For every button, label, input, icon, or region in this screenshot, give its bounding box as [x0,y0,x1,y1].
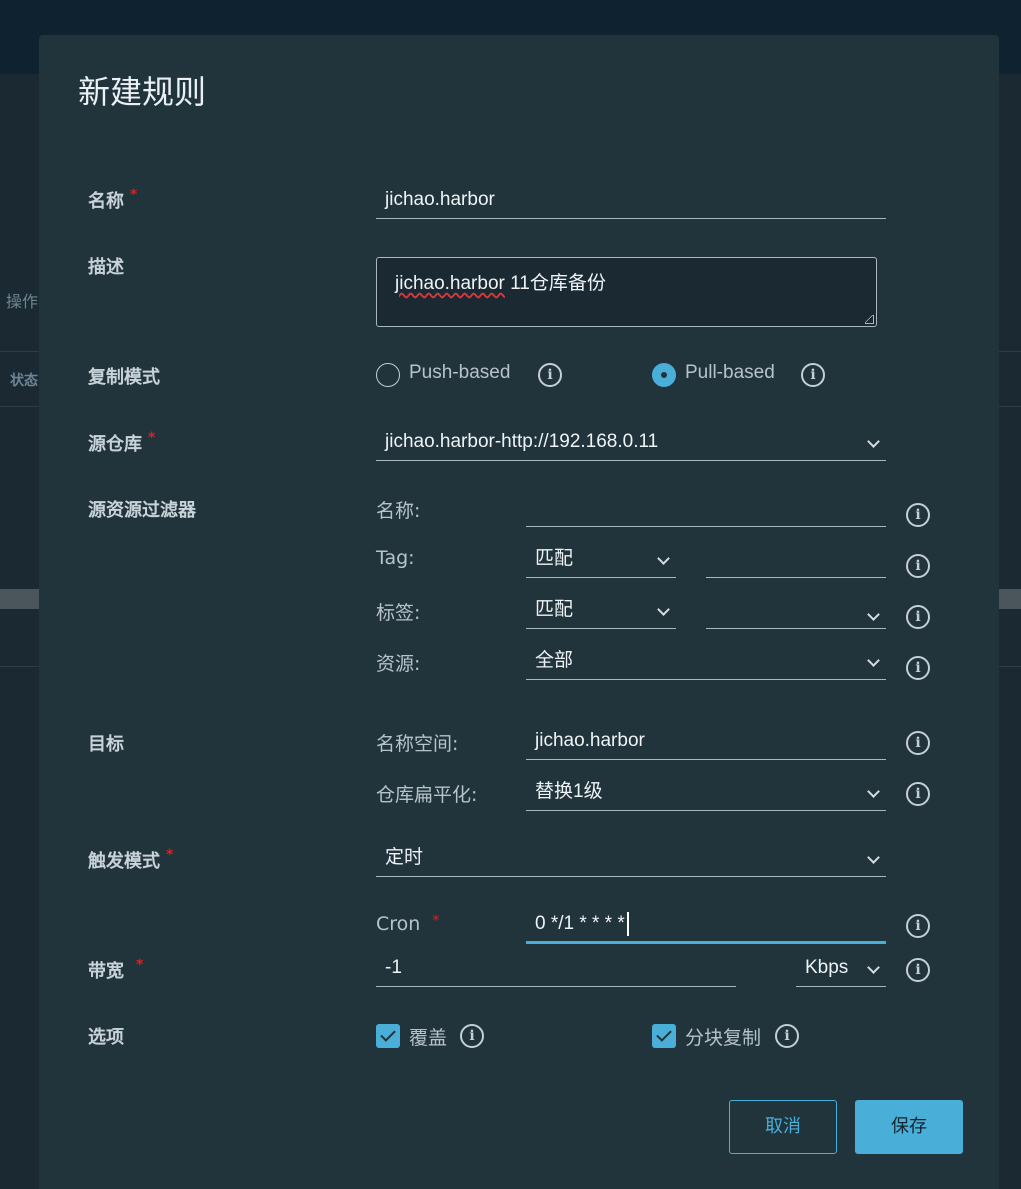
bandwidth-unit-select[interactable]: Kbps [796,951,886,987]
filter-label-info-icon[interactable]: i [906,605,930,629]
chevron-down-icon [657,603,670,616]
label-match-select[interactable]: 匹配 [526,593,676,629]
flatten-info-icon[interactable]: i [906,782,930,806]
dialog-title: 新建规则 [78,73,207,111]
push-based-radio[interactable] [376,363,400,387]
cron-info-icon[interactable]: i [906,914,930,938]
description-textarea[interactable]: jichao.harbor 11仓库备份 [376,257,877,327]
flatten-select[interactable]: 替换1级 [526,775,886,811]
name-label: 名称 * [88,187,138,212]
tag-match-value: 匹配 [535,548,574,569]
tag-pattern-input[interactable] [706,542,886,578]
text-cursor [626,911,629,936]
filter-resource-label: 资源: [376,653,421,675]
filter-tag-info-icon[interactable]: i [906,554,930,578]
background-status-header: 状态 [10,373,38,389]
namespace-input[interactable]: jichao.harbor [526,724,886,760]
source-registry-select[interactable]: jichao.harbor-http://192.168.0.11 [376,425,886,461]
override-label[interactable]: 覆盖 [409,1023,447,1050]
source-filter-label: 源资源过滤器 [88,500,196,521]
override-checkbox[interactable] [376,1024,400,1048]
filter-label-label: 标签: [376,602,421,624]
filter-name-info-icon[interactable]: i [906,503,930,527]
destination-label: 目标 [88,734,124,755]
bandwidth-unit-value: Kbps [805,957,849,978]
filter-tag-label: Tag: [376,547,415,569]
options-label: 选项 [88,1027,124,1048]
cron-input[interactable]: 0 */1 * * * * [526,907,886,944]
pull-based-label[interactable]: Pull-based [685,362,775,384]
chevron-down-icon [867,785,880,798]
background-operations-label: 操作 [6,292,39,311]
resize-grip-icon[interactable] [865,315,874,324]
cancel-button[interactable]: 取消 [729,1100,837,1154]
label-value-select[interactable] [706,593,886,629]
replication-mode-label: 复制模式 [88,367,160,388]
chevron-down-icon [867,608,880,621]
bandwidth-label: 带宽 * [88,957,144,982]
override-info-icon[interactable]: i [460,1024,484,1048]
trigger-mode-label: 触发模式 * [88,847,174,872]
chevron-down-icon [867,435,880,448]
push-based-label[interactable]: Push-based [409,362,510,384]
chevron-down-icon [867,851,880,864]
filter-name-label: 名称: [376,500,421,522]
namespace-label: 名称空间: [376,733,459,755]
chunk-copy-checkbox[interactable] [652,1024,676,1048]
label-match-value: 匹配 [535,599,574,620]
resource-select[interactable]: 全部 [526,644,886,680]
flatten-value: 替换1级 [535,781,603,802]
filter-name-input[interactable] [526,491,886,527]
name-input[interactable]: jichao.harbor [376,183,886,219]
tag-match-select[interactable]: 匹配 [526,542,676,578]
new-rule-dialog: 新建规则 名称 * jichao.harbor 描述 jichao.harbor … [39,35,999,1189]
chunk-copy-info-icon[interactable]: i [775,1024,799,1048]
description-spellcheck-word: jichao.harbor [395,273,505,294]
flatten-label: 仓库扁平化: [376,784,478,806]
description-label: 描述 [88,257,124,278]
cron-label: Cron * [376,913,440,935]
trigger-mode-select[interactable]: 定时 [376,841,886,877]
source-registry-label: 源仓库 * [88,430,156,455]
bandwidth-info-icon[interactable]: i [906,958,930,982]
filter-resource-info-icon[interactable]: i [906,656,930,680]
pull-based-info-icon[interactable]: i [801,363,825,387]
chevron-down-icon [867,961,880,974]
source-registry-value: jichao.harbor-http://192.168.0.11 [385,431,659,452]
save-button[interactable]: 保存 [855,1100,963,1154]
trigger-mode-value: 定时 [385,847,424,868]
description-text: 11仓库备份 [504,273,606,294]
resource-value: 全部 [535,650,574,671]
pull-based-radio[interactable] [652,363,676,387]
namespace-info-icon[interactable]: i [906,731,930,755]
push-based-info-icon[interactable]: i [538,363,562,387]
chevron-down-icon [657,552,670,565]
cron-value: 0 */1 * * * * [535,913,625,934]
bandwidth-input[interactable]: -1 [376,951,736,987]
chevron-down-icon [867,654,880,667]
chunk-copy-label[interactable]: 分块复制 [685,1023,761,1050]
